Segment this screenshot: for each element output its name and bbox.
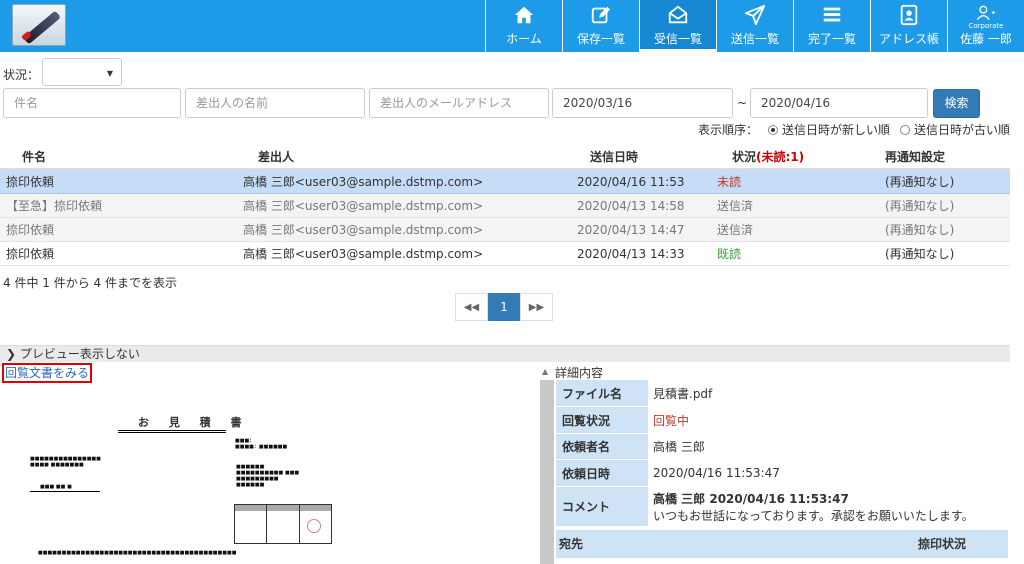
sort-old-radio[interactable] bbox=[899, 124, 910, 135]
circulation-label: 回覧状況 bbox=[556, 407, 648, 433]
user-corp: Corporate bbox=[968, 22, 1004, 30]
status-badge: 既読 bbox=[717, 247, 742, 261]
detail-title: 詳細内容 bbox=[555, 366, 604, 380]
page-1-button[interactable]: 1 bbox=[488, 293, 520, 321]
status-badge: 未読 bbox=[717, 175, 742, 189]
sort-label: 表示順序： bbox=[697, 123, 758, 137]
comment-header: 高橋 三郎 2020/04/16 11:53:47 bbox=[653, 491, 849, 506]
subject-input[interactable]: 件名 bbox=[3, 88, 181, 118]
header-renotify[interactable]: 再通知設定 bbox=[885, 144, 1010, 168]
table-row[interactable]: 捺印依頼 高橋 三郎<user03@sample.dstmp.com> 2020… bbox=[0, 242, 1010, 266]
nav-saved[interactable]: 保存一覧 bbox=[562, 0, 639, 52]
view-document-link[interactable]: 回覧文書をみる bbox=[2, 363, 93, 383]
table-row[interactable]: 捺印依頼 高橋 三郎<user03@sample.dstmp.com> 2020… bbox=[0, 218, 1010, 242]
comment-body: いつもお世話になっております。承認をお願いいたします。 bbox=[653, 508, 974, 523]
result-summary: 4 件中 1 件から 4 件までを表示 bbox=[3, 276, 177, 290]
main-nav: ホーム 保存一覧 受信一覧 送信一覧 完了一覧 アドレス帳 Corporate … bbox=[485, 0, 1024, 52]
header-status[interactable]: 状況(未読:1) bbox=[715, 144, 885, 168]
inbox-icon bbox=[668, 5, 688, 24]
user-name: 佐藤 一郎 bbox=[960, 32, 1012, 46]
nav-user-menu[interactable]: Corporate 佐藤 一郎 bbox=[947, 0, 1024, 52]
address-book-icon bbox=[900, 4, 918, 26]
search-button[interactable]: 検索 bbox=[933, 89, 980, 118]
request-date-label: 依頼日時 bbox=[556, 460, 648, 486]
received-table: 件名 差出人 送信日時 状況(未読:1) 再通知設定 捺印依頼 高橋 三郎<us… bbox=[0, 144, 1010, 266]
nav-sent[interactable]: 送信一覧 bbox=[716, 0, 793, 52]
document-preview: お 見 積 書 ■■■■■■■■■■■■■■■ ■■■■ ■■■■■■■ ■■■ … bbox=[30, 400, 350, 564]
list-icon bbox=[823, 7, 841, 22]
requester-label: 依頼者名 bbox=[556, 434, 648, 459]
panel-scrollbar[interactable] bbox=[540, 380, 554, 564]
sort-new-label[interactable]: 送信日時が新しい順 bbox=[782, 121, 890, 138]
next-page-button[interactable]: ▶▶ bbox=[520, 293, 553, 321]
date-range-separator: ~ bbox=[737, 96, 748, 110]
sender-email-input[interactable]: 差出人のメールアドレス bbox=[369, 88, 549, 118]
table-row[interactable]: 【至急】捺印依頼 高橋 三郎<user03@sample.dstmp.com> … bbox=[0, 194, 1010, 218]
requester-value: 高橋 三郎 bbox=[653, 440, 705, 454]
double-right-icon: ▶▶ bbox=[528, 301, 545, 313]
circulation-value: 回覧中 bbox=[653, 413, 690, 428]
status-select[interactable]: ▼ bbox=[42, 58, 122, 86]
caret-down-icon: ▼ bbox=[106, 69, 113, 78]
sort-new-radio[interactable] bbox=[767, 124, 778, 135]
scroll-up-icon[interactable]: ▲ bbox=[542, 367, 548, 376]
nav-completed[interactable]: 完了一覧 bbox=[793, 0, 870, 52]
send-icon bbox=[744, 4, 766, 26]
header-sent-at[interactable]: 送信日時 bbox=[545, 144, 715, 168]
preview-toggle[interactable]: ❯ プレビュー表示しない bbox=[0, 345, 1010, 362]
destination-label: 宛先 bbox=[559, 537, 584, 551]
detail-table: ファイル名 見積書.pdf 回覧状況 回覧中 依頼者名 高橋 三郎 依頼日時 2… bbox=[556, 380, 1008, 527]
stamp-box bbox=[234, 504, 332, 544]
pagination: ◀◀ 1 ▶▶ bbox=[455, 293, 553, 321]
status-badge: 送信済 bbox=[717, 199, 754, 213]
nav-home[interactable]: ホーム bbox=[485, 0, 562, 52]
prev-page-button[interactable]: ◀◀ bbox=[455, 293, 488, 321]
double-left-icon: ◀◀ bbox=[463, 301, 480, 313]
app-logo[interactable] bbox=[12, 4, 66, 46]
status-label: 状況： bbox=[3, 68, 40, 82]
sort-order: 表示順序： 送信日時が新しい順 送信日時が古い順 bbox=[698, 121, 1010, 138]
chevron-down-icon: ❯ bbox=[6, 347, 17, 361]
sort-old-label[interactable]: 送信日時が古い順 bbox=[914, 121, 1010, 138]
table-row[interactable]: 捺印依頼 高橋 三郎<user03@sample.dstmp.com> 2020… bbox=[0, 170, 1010, 194]
file-value: 見積書.pdf bbox=[653, 386, 713, 401]
doc-title: お 見 積 書 bbox=[138, 416, 250, 429]
destination-header: 宛先 捺印状況 bbox=[556, 530, 1008, 558]
home-icon bbox=[514, 6, 534, 24]
header-sender[interactable]: 差出人 bbox=[225, 144, 545, 168]
user-icon bbox=[976, 5, 996, 21]
header-subject[interactable]: 件名 bbox=[0, 144, 225, 168]
stamp-status-label: 捺印状況 bbox=[917, 537, 966, 551]
date-from-input[interactable]: 2020/03/16 bbox=[552, 88, 733, 118]
table-header: 件名 差出人 送信日時 状況(未読:1) 再通知設定 bbox=[0, 144, 1010, 170]
seal-stamp-icon bbox=[306, 519, 321, 533]
comment-label: コメント bbox=[556, 487, 648, 526]
sender-name-input[interactable]: 差出人の名前 bbox=[185, 88, 365, 118]
nav-inbox[interactable]: 受信一覧 bbox=[639, 0, 716, 52]
edit-icon bbox=[591, 6, 611, 24]
status-badge: 送信済 bbox=[717, 223, 754, 237]
file-label: ファイル名 bbox=[556, 380, 648, 406]
nav-address-book[interactable]: アドレス帳 bbox=[870, 0, 947, 52]
unread-count: (未読:1) bbox=[756, 150, 805, 164]
date-to-input[interactable]: 2020/04/16 bbox=[750, 88, 928, 118]
top-bar: ホーム 保存一覧 受信一覧 送信一覧 完了一覧 アドレス帳 Corporate … bbox=[0, 0, 1024, 52]
request-date-value: 2020/04/16 11:53:47 bbox=[653, 466, 780, 480]
